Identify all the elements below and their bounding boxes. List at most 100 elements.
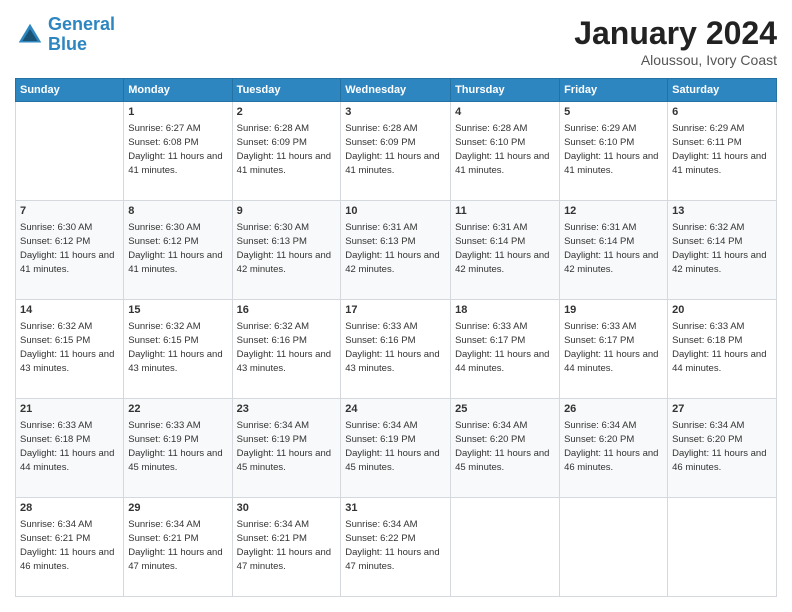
cell-info: Sunrise: 6:28 AM Sunset: 6:09 PM Dayligh…	[237, 122, 337, 177]
day-number: 30	[237, 501, 337, 516]
title-area: January 2024 Aloussou, Ivory Coast	[574, 15, 777, 68]
calendar-cell: 26Sunrise: 6:34 AM Sunset: 6:20 PM Dayli…	[560, 399, 668, 498]
logo-icon	[15, 20, 45, 50]
calendar-cell: 2 Sunrise: 6:28 AM Sunset: 6:09 PM Daylig…	[232, 102, 341, 201]
day-number: 5	[564, 105, 663, 120]
calendar-cell	[668, 498, 777, 597]
calendar-cell: 11 Sunrise: 6:31 AM Sunset: 6:14 PM Dayli…	[451, 201, 560, 300]
cell-info: Sunrise: 6:33 AM Sunset: 6:17 PM Dayligh…	[564, 320, 663, 375]
day-number: 9	[237, 204, 337, 219]
calendar-cell: 1 Sunrise: 6:27 AM Sunset: 6:08 PM Daylig…	[124, 102, 232, 201]
calendar-cell: 30 Sunrise: 6:34 AM Sunset: 6:21 PM Dayli…	[232, 498, 341, 597]
day-header-friday: Friday	[560, 79, 668, 102]
cell-info: Sunrise: 6:28 AM Sunset: 6:09 PM Dayligh…	[345, 122, 446, 177]
calendar-cell: 4Sunrise: 6:28 AM Sunset: 6:10 PM Daylig…	[451, 102, 560, 201]
day-header-monday: Monday	[124, 79, 232, 102]
day-number: 19	[564, 303, 663, 318]
calendar-cell: 25 Sunrise: 6:34 AM Sunset: 6:20 PM Dayli…	[451, 399, 560, 498]
day-number: 12	[564, 204, 663, 219]
day-number: 16	[237, 303, 337, 318]
cell-info: Sunrise: 6:31 AM Sunset: 6:14 PM Dayligh…	[455, 221, 555, 276]
cell-info: Sunrise: 6:34 AM Sunset: 6:20 PM Dayligh…	[455, 419, 555, 474]
day-number: 11	[455, 204, 555, 219]
cell-info: Sunrise: 6:34 AM Sunset: 6:21 PM Dayligh…	[237, 518, 337, 573]
day-number: 26	[564, 402, 663, 417]
day-number: 23	[237, 402, 337, 417]
day-number: 10	[345, 204, 446, 219]
cell-info: Sunrise: 6:29 AM Sunset: 6:10 PM Dayligh…	[564, 122, 663, 177]
day-number: 13	[672, 204, 772, 219]
day-number: 8	[128, 204, 227, 219]
day-number: 29	[128, 501, 227, 516]
calendar-cell: 5 Sunrise: 6:29 AM Sunset: 6:10 PM Daylig…	[560, 102, 668, 201]
day-header-sunday: Sunday	[16, 79, 124, 102]
calendar-cell	[16, 102, 124, 201]
day-number: 14	[20, 303, 119, 318]
day-number: 18	[455, 303, 555, 318]
day-header-saturday: Saturday	[668, 79, 777, 102]
calendar-cell: 3 Sunrise: 6:28 AM Sunset: 6:09 PM Daylig…	[341, 102, 451, 201]
cell-info: Sunrise: 6:34 AM Sunset: 6:19 PM Dayligh…	[345, 419, 446, 474]
calendar-cell: 7 Sunrise: 6:30 AM Sunset: 6:12 PM Daylig…	[16, 201, 124, 300]
day-number: 3	[345, 105, 446, 120]
logo-line2: Blue	[48, 34, 87, 54]
calendar-cell: 28 Sunrise: 6:34 AM Sunset: 6:21 PM Dayli…	[16, 498, 124, 597]
cell-info: Sunrise: 6:34 AM Sunset: 6:20 PM Dayligh…	[672, 419, 772, 474]
header: General Blue January 2024 Aloussou, Ivor…	[15, 15, 777, 68]
cell-info: Sunrise: 6:34 AM Sunset: 6:19 PM Dayligh…	[237, 419, 337, 474]
calendar-cell: 16Sunrise: 6:32 AM Sunset: 6:16 PM Dayli…	[232, 300, 341, 399]
day-number: 24	[345, 402, 446, 417]
day-number: 20	[672, 303, 772, 318]
calendar-cell: 23 Sunrise: 6:34 AM Sunset: 6:19 PM Dayli…	[232, 399, 341, 498]
cell-info: Sunrise: 6:33 AM Sunset: 6:17 PM Dayligh…	[455, 320, 555, 375]
calendar-cell: 31Sunrise: 6:34 AM Sunset: 6:22 PM Dayli…	[341, 498, 451, 597]
cell-info: Sunrise: 6:29 AM Sunset: 6:11 PM Dayligh…	[672, 122, 772, 177]
calendar-cell: 18 Sunrise: 6:33 AM Sunset: 6:17 PM Dayli…	[451, 300, 560, 399]
day-number: 7	[20, 204, 119, 219]
cell-info: Sunrise: 6:30 AM Sunset: 6:12 PM Dayligh…	[20, 221, 119, 276]
cell-info: Sunrise: 6:33 AM Sunset: 6:16 PM Dayligh…	[345, 320, 446, 375]
calendar-cell: 12Sunrise: 6:31 AM Sunset: 6:14 PM Dayli…	[560, 201, 668, 300]
calendar-cell: 13 Sunrise: 6:32 AM Sunset: 6:14 PM Dayli…	[668, 201, 777, 300]
cell-info: Sunrise: 6:32 AM Sunset: 6:15 PM Dayligh…	[128, 320, 227, 375]
cell-info: Sunrise: 6:34 AM Sunset: 6:21 PM Dayligh…	[20, 518, 119, 573]
day-number: 1	[128, 105, 227, 120]
calendar-cell: 20 Sunrise: 6:33 AM Sunset: 6:18 PM Dayli…	[668, 300, 777, 399]
day-number: 6	[672, 105, 772, 120]
cell-info: Sunrise: 6:27 AM Sunset: 6:08 PM Dayligh…	[128, 122, 227, 177]
cell-info: Sunrise: 6:33 AM Sunset: 6:18 PM Dayligh…	[672, 320, 772, 375]
calendar-cell	[560, 498, 668, 597]
month-year: January 2024	[574, 15, 777, 52]
day-number: 15	[128, 303, 227, 318]
calendar-cell: 24 Sunrise: 6:34 AM Sunset: 6:19 PM Dayli…	[341, 399, 451, 498]
day-number: 25	[455, 402, 555, 417]
day-number: 27	[672, 402, 772, 417]
calendar-cell: 21 Sunrise: 6:33 AM Sunset: 6:18 PM Dayli…	[16, 399, 124, 498]
cell-info: Sunrise: 6:32 AM Sunset: 6:14 PM Dayligh…	[672, 221, 772, 276]
cell-info: Sunrise: 6:28 AM Sunset: 6:10 PM Dayligh…	[455, 122, 555, 177]
calendar-cell: 27 Sunrise: 6:34 AM Sunset: 6:20 PM Dayli…	[668, 399, 777, 498]
calendar-cell: 22Sunrise: 6:33 AM Sunset: 6:19 PM Dayli…	[124, 399, 232, 498]
calendar-cell: 14 Sunrise: 6:32 AM Sunset: 6:15 PM Dayli…	[16, 300, 124, 399]
calendar-cell: 10Sunrise: 6:31 AM Sunset: 6:13 PM Dayli…	[341, 201, 451, 300]
day-number: 21	[20, 402, 119, 417]
calendar-cell: 19 Sunrise: 6:33 AM Sunset: 6:17 PM Dayli…	[560, 300, 668, 399]
calendar-cell: 17 Sunrise: 6:33 AM Sunset: 6:16 PM Dayli…	[341, 300, 451, 399]
cell-info: Sunrise: 6:33 AM Sunset: 6:18 PM Dayligh…	[20, 419, 119, 474]
day-number: 31	[345, 501, 446, 516]
day-number: 2	[237, 105, 337, 120]
calendar-cell: 15 Sunrise: 6:32 AM Sunset: 6:15 PM Dayli…	[124, 300, 232, 399]
day-header-wednesday: Wednesday	[341, 79, 451, 102]
day-header-thursday: Thursday	[451, 79, 560, 102]
cell-info: Sunrise: 6:32 AM Sunset: 6:15 PM Dayligh…	[20, 320, 119, 375]
calendar-cell: 9 Sunrise: 6:30 AM Sunset: 6:13 PM Daylig…	[232, 201, 341, 300]
calendar-cell: 29Sunrise: 6:34 AM Sunset: 6:21 PM Dayli…	[124, 498, 232, 597]
logo-text: General Blue	[48, 15, 115, 55]
calendar-cell	[451, 498, 560, 597]
cell-info: Sunrise: 6:33 AM Sunset: 6:19 PM Dayligh…	[128, 419, 227, 474]
day-number: 28	[20, 501, 119, 516]
cell-info: Sunrise: 6:30 AM Sunset: 6:13 PM Dayligh…	[237, 221, 337, 276]
location: Aloussou, Ivory Coast	[574, 52, 777, 68]
day-number: 17	[345, 303, 446, 318]
calendar-cell: 8Sunrise: 6:30 AM Sunset: 6:12 PM Daylig…	[124, 201, 232, 300]
